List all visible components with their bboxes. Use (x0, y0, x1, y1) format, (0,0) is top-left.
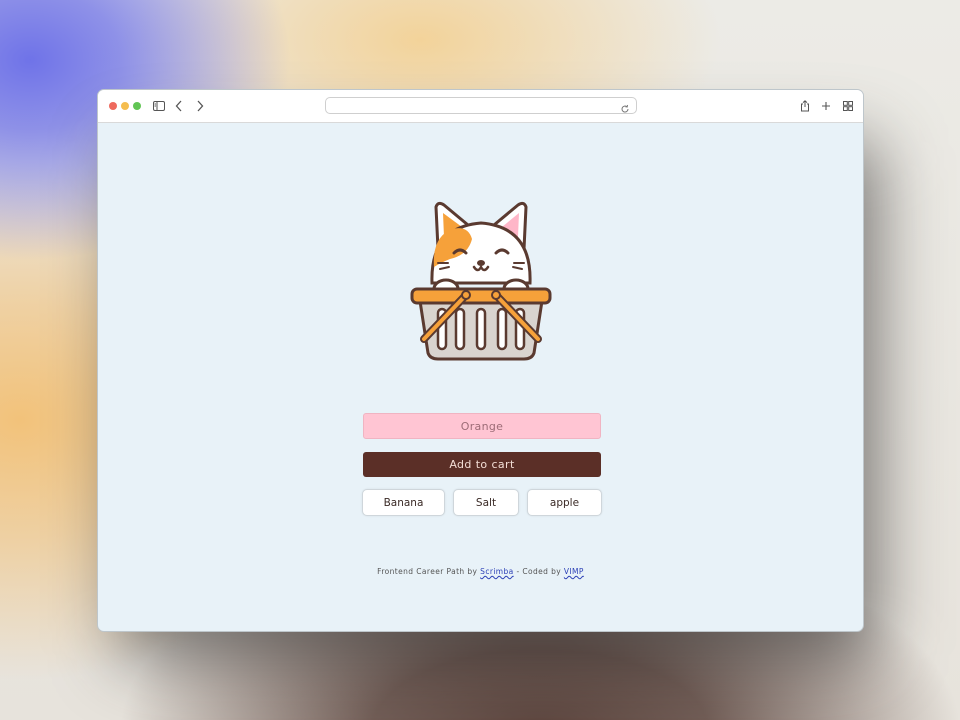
cart-item[interactable]: Banana (362, 489, 445, 516)
close-window-button[interactable] (109, 102, 117, 110)
footer-middle: - Coded by (516, 567, 562, 576)
address-bar[interactable] (325, 97, 637, 114)
maximize-window-button[interactable] (133, 102, 141, 110)
minimize-window-button[interactable] (121, 102, 129, 110)
scrimba-link[interactable]: Scrimba (480, 567, 514, 576)
back-icon[interactable] (171, 98, 187, 114)
tab-overview-icon[interactable] (840, 98, 856, 114)
footer-prefix: Frontend Career Path by (377, 567, 478, 576)
share-icon[interactable] (797, 98, 813, 114)
page-footer: Frontend Career Path by Scrimba - Coded … (98, 567, 863, 576)
reload-icon[interactable] (620, 99, 632, 113)
item-input[interactable] (363, 413, 601, 439)
cart-item[interactable]: apple (527, 489, 602, 516)
cat-in-basket-illustration (410, 201, 552, 361)
browser-toolbar (98, 90, 863, 123)
forward-icon[interactable] (192, 98, 208, 114)
author-link[interactable]: VIMP (564, 567, 584, 576)
sidebar-icon[interactable] (151, 98, 167, 114)
cart-item[interactable]: Salt (453, 489, 519, 516)
add-to-cart-button[interactable]: Add to cart (363, 452, 601, 477)
page-content: Add to cart Banana Salt apple Frontend C… (98, 123, 863, 631)
new-tab-icon[interactable] (818, 98, 834, 114)
browser-window: Add to cart Banana Salt apple Frontend C… (97, 89, 864, 632)
